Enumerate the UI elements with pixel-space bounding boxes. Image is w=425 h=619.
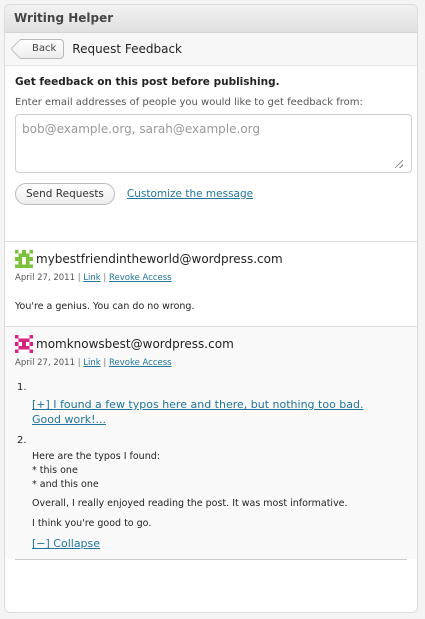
nav-title: Request Feedback [72,42,182,56]
typo-line: * this one [32,465,78,476]
form-actions: Send Requests Customize the message [15,183,407,205]
feedback-item: mybestfriendintheworld@wordpress.com Apr… [5,242,417,326]
divider [15,559,407,560]
feedback-date: April 27, 2011 [15,273,75,283]
nav-bar: Back Request Feedback [5,33,417,66]
email-addresses-input[interactable] [15,114,412,173]
panel-title: Writing Helper [5,5,417,33]
reviewer-email: mybestfriendintheworld@wordpress.com [36,252,283,266]
resize-grip-icon[interactable] [395,160,403,168]
revoke-access-link[interactable]: Revoke Access [109,358,172,368]
avatar-identicon-icon [15,335,33,353]
feedback-link[interactable]: Link [83,358,100,368]
request-form: Get feedback on this post before publish… [5,66,417,241]
feedback-item: momknowsbest@wordpress.com April 27, 201… [5,327,417,559]
avatar-identicon-icon [15,250,33,268]
feedback-comment: You're a genius. You can do no wrong. [15,301,195,312]
note-number: 1. [17,382,27,393]
writing-helper-panel: Writing Helper Back Request Feedback Get… [4,4,418,613]
back-button[interactable]: Back [20,39,65,59]
note-paragraph: Overall, I really enjoyed reading the po… [32,498,348,509]
collapse-note-link[interactable]: [−] Collapse [32,537,100,550]
reviewer-row: momknowsbest@wordpress.com [15,335,407,353]
reviewer-email: momknowsbest@wordpress.com [36,337,234,351]
feedback-notes: 1. [+] I found a few typos here and ther… [15,382,407,550]
revoke-access-link[interactable]: Revoke Access [109,273,172,283]
note-intro: Here are the typos I found: [32,451,160,462]
note-paragraph: I think you're good to go. [32,518,152,529]
typo-line: * and this one [32,479,99,490]
feedback-meta: April 27, 2011 | Link | Revoke Access [15,273,172,283]
form-heading: Get feedback on this post before publish… [15,76,280,88]
note-item: [+] I found a few typos here and there, … [32,397,407,427]
feedback-meta: April 27, 2011 | Link | Revoke Access [15,358,172,368]
customize-message-link[interactable]: Customize the message [127,188,253,200]
send-requests-button[interactable]: Send Requests [15,183,115,205]
form-description: Enter email addresses of people you woul… [15,97,363,108]
note-number: 2. [17,435,27,446]
note-item: Here are the typos I found: * this one *… [32,450,407,550]
expand-note-link[interactable]: [+] I found a few typos here and there, … [32,397,392,427]
feedback-date: April 27, 2011 [15,358,75,368]
reviewer-row: mybestfriendintheworld@wordpress.com [15,250,407,268]
feedback-link[interactable]: Link [83,273,100,283]
